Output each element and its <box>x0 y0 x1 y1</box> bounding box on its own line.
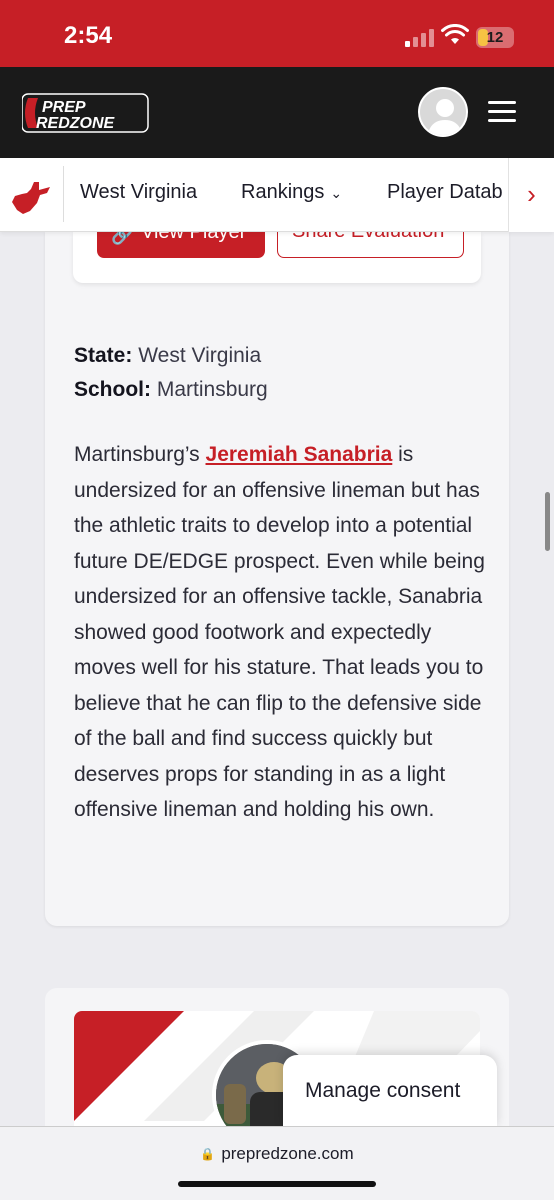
share-evaluation-button[interactable]: Share Evaluation <box>277 232 464 258</box>
cellular-signal-icon <box>405 27 435 47</box>
nav-item-west-virginia[interactable]: West Virginia <box>80 181 197 204</box>
status-time: 2:54 <box>64 22 113 49</box>
view-player-button[interactable]: 🔗 View Player <box>97 232 265 258</box>
nav-divider <box>63 166 64 222</box>
wifi-icon <box>441 24 469 44</box>
school-row: School: Martinsburg <box>74 378 268 402</box>
share-evaluation-label: Share Evaluation <box>292 232 444 243</box>
paragraph-rest: is undersized for an offensive lineman b… <box>74 443 485 821</box>
evaluation-paragraph: Martinsburg’s Jeremiah Sanabria is under… <box>74 437 494 828</box>
battery-icon: 12 <box>476 27 514 48</box>
link-icon: 🔗 <box>111 232 134 245</box>
logo-bottom-text: REDZONE <box>36 115 116 132</box>
west-virginia-state-icon[interactable] <box>10 180 52 216</box>
view-player-label: View Player <box>141 232 247 243</box>
school-label: School: <box>74 378 151 401</box>
state-label: State: <box>74 344 133 367</box>
manage-consent-button[interactable]: Manage consent <box>283 1055 497 1127</box>
chevron-down-icon: ⌄ <box>330 185 343 201</box>
paragraph-start: Martinsburg’s <box>74 443 200 466</box>
battery-level: 12 <box>486 29 504 46</box>
chevron-right-icon[interactable]: › <box>508 158 554 232</box>
nav-item-player-database[interactable]: Player Datab <box>387 181 503 204</box>
home-indicator[interactable] <box>178 1181 376 1187</box>
lock-icon: 🔒 <box>200 1147 216 1161</box>
manage-consent-label: Manage consent <box>305 1079 461 1102</box>
school-value: Martinsburg <box>156 378 268 401</box>
url-text: prepredzone.com <box>221 1144 354 1163</box>
site-header: PREP REDZONE <box>0 67 554 158</box>
logo-top-text: PREP <box>42 99 86 116</box>
prep-redzone-logo[interactable]: PREP REDZONE <box>22 92 150 134</box>
state-row: State: West Virginia <box>74 344 261 368</box>
scrollbar[interactable] <box>545 492 550 551</box>
player-link[interactable]: Jeremiah Sanabria <box>206 443 393 466</box>
nav-item-rankings-label: Rankings <box>241 181 325 203</box>
nav-item-rankings[interactable]: Rankings ⌄ <box>241 181 342 204</box>
state-value: West Virginia <box>138 344 262 367</box>
menu-icon[interactable] <box>488 101 516 123</box>
user-avatar[interactable] <box>418 87 468 137</box>
status-bar: 2:54 12 <box>0 0 554 67</box>
url-display[interactable]: 🔒 prepredzone.com <box>0 1144 554 1164</box>
